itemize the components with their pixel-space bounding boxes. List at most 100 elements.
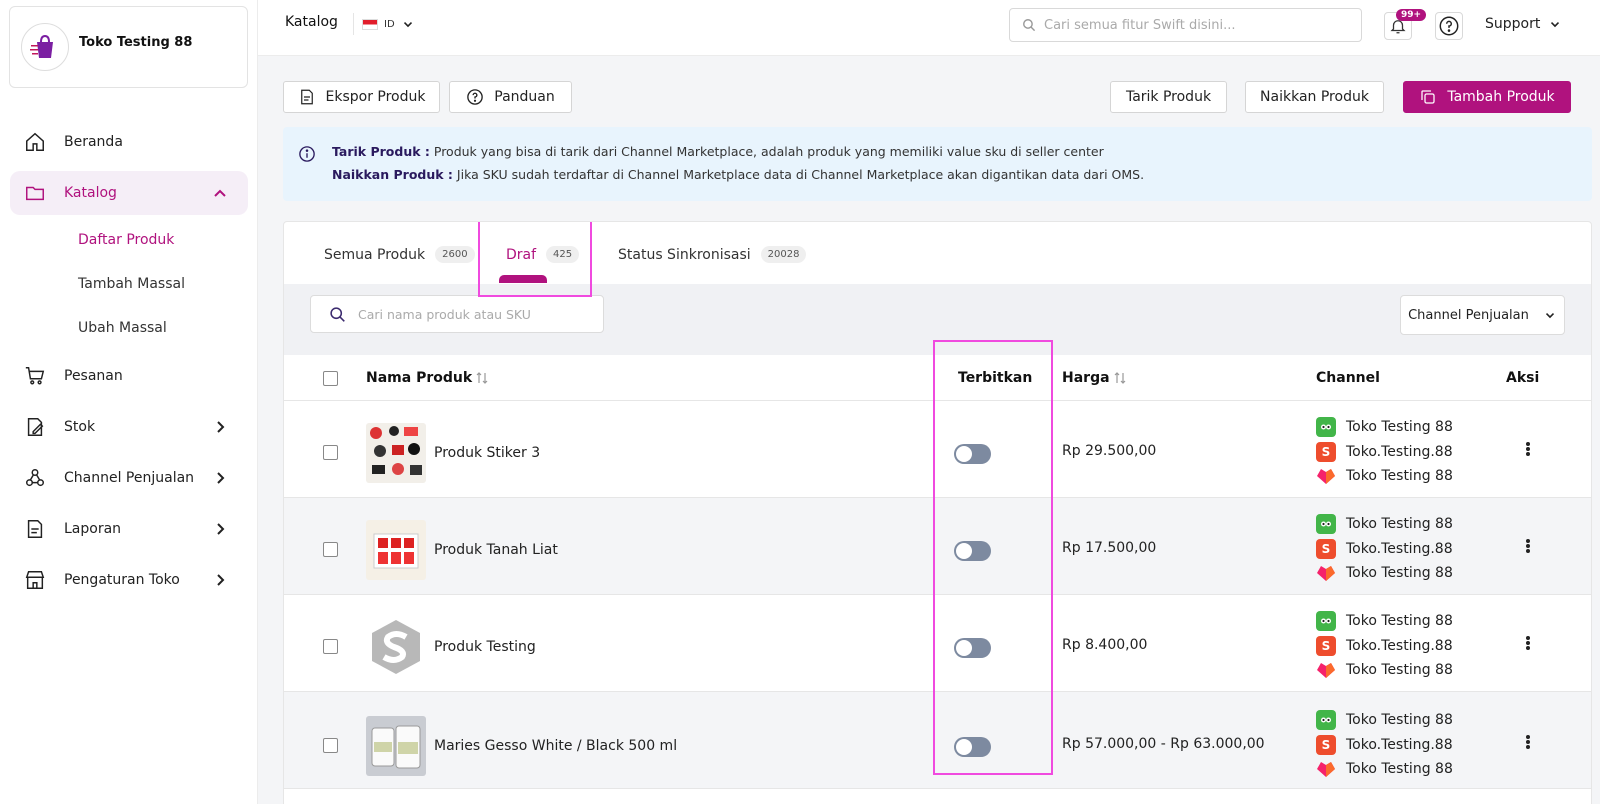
product-thumbnail[interactable] [366, 520, 426, 580]
channel-name: Toko Testing 88 [1346, 662, 1453, 679]
sidebar-subitem-daftar-produk[interactable]: Daftar Produk [10, 222, 248, 258]
store-icon [24, 569, 46, 591]
channel-entry-lazada: Toko Testing 88 [1316, 561, 1453, 586]
info-icon [299, 146, 315, 162]
channel-name: Toko Testing 88 [1346, 712, 1453, 729]
tab-count: 20028 [760, 246, 807, 263]
sidebar-item-channel-penjualan[interactable]: Channel Penjualan [10, 456, 248, 500]
help-icon [467, 89, 484, 105]
column-header-label: Nama Produk [366, 370, 473, 386]
shopee-icon: S [1316, 538, 1336, 559]
product-name[interactable]: Maries Gesso White / Black 500 ml [434, 738, 677, 754]
support-label: Support [1485, 16, 1541, 32]
channel-entry-tokopedia: Toko Testing 88 [1316, 415, 1453, 440]
stock-icon [24, 416, 46, 438]
product-price: Rp 8.400,00 [1062, 637, 1148, 653]
store-name: Toko Testing 88 [79, 34, 193, 50]
product-thumbnail[interactable] [366, 716, 426, 776]
add-product-button[interactable]: Tambah Produk [1403, 81, 1571, 113]
guide-label: Panduan [494, 89, 555, 105]
channel-entry-shopee: S Toko.Testing.88 [1316, 634, 1453, 659]
column-header-channel: Channel [1316, 370, 1380, 386]
product-thumbnail[interactable] [366, 617, 426, 677]
channel-name: Toko Testing 88 [1346, 516, 1453, 533]
export-product-button[interactable]: Ekspor Produk [283, 81, 440, 113]
search-icon [1023, 19, 1036, 32]
channel-list: Toko Testing 88 S Toko.Testing.88 Toko Te… [1316, 415, 1453, 489]
sidebar-item-stok[interactable]: Stok [10, 405, 248, 449]
chevron-right-icon [217, 472, 225, 484]
more-actions-icon[interactable] [1520, 732, 1536, 752]
chevron-right-icon [217, 574, 225, 586]
tab-count: 2600 [435, 246, 475, 263]
info-banner: Tarik Produk : Produk yang bisa di tarik… [283, 127, 1592, 201]
sidebar-item-label: Channel Penjualan [64, 470, 195, 486]
more-actions-icon[interactable] [1520, 439, 1536, 459]
guide-button[interactable]: Panduan [449, 81, 572, 113]
row-checkbox[interactable] [323, 542, 338, 557]
language-selector[interactable]: ID [353, 13, 415, 35]
channel-filter-dropdown[interactable]: Channel Penjualan [1400, 295, 1565, 335]
report-icon [24, 518, 46, 540]
sidebar-subitem-ubah-massal[interactable]: Ubah Massal [10, 310, 248, 346]
product-name[interactable]: Produk Tanah Liat [434, 542, 558, 558]
sidebar-item-label: Stok [64, 419, 96, 435]
column-header-label: Channel [1316, 370, 1380, 386]
column-header-name[interactable]: Nama Produk [366, 370, 488, 386]
sidebar-item-laporan[interactable]: Laporan [10, 507, 248, 551]
channel-name: Toko Testing 88 [1346, 468, 1453, 485]
channel-entry-lazada: Toko Testing 88 [1316, 464, 1453, 489]
tab-status-sinkronisasi[interactable]: Status Sinkronisasi 20028 [618, 246, 807, 263]
help-button[interactable] [1435, 12, 1463, 40]
channel-name: Toko.Testing.88 [1346, 443, 1453, 460]
sidebar-item-katalog[interactable]: Katalog [10, 171, 248, 215]
shopee-icon: S [1316, 734, 1336, 755]
channel-entry-tokopedia: Toko Testing 88 [1316, 609, 1453, 634]
store-card[interactable]: Toko Testing 88 [9, 6, 248, 88]
more-actions-icon[interactable] [1520, 633, 1536, 653]
row-checkbox[interactable] [323, 445, 338, 460]
channel-name: Toko Testing 88 [1346, 565, 1453, 582]
product-price: Rp 17.500,00 [1062, 540, 1157, 556]
language-label: ID [384, 18, 395, 30]
product-thumbnail[interactable] [366, 423, 426, 483]
push-product-button[interactable]: Naikkan Produk [1245, 81, 1384, 113]
product-price: Rp 29.500,00 [1062, 443, 1157, 459]
global-search[interactable] [1009, 8, 1362, 42]
sidebar-item-beranda[interactable]: Beranda [10, 120, 248, 164]
info-term-pull: Tarik Produk : [332, 144, 430, 159]
cart-icon [24, 365, 46, 387]
lazada-icon [1316, 563, 1336, 583]
more-actions-icon[interactable] [1520, 536, 1536, 556]
info-line-2: Naikkan Produk : Jika SKU sudah terdafta… [332, 167, 1144, 182]
tab-semua-produk[interactable]: Semua Produk 2600 [324, 246, 475, 263]
select-all-checkbox[interactable] [323, 371, 338, 386]
search-icon [330, 306, 345, 322]
sidebar-item-label: Katalog [64, 185, 117, 201]
column-header-price[interactable]: Harga [1062, 370, 1126, 386]
topbar: Katalog ID 99+ Support [258, 0, 1600, 56]
shopee-icon: S [1316, 635, 1336, 656]
store-logo [21, 23, 69, 71]
chevron-down-icon [403, 22, 412, 28]
row-checkbox[interactable] [323, 639, 338, 654]
chevron-right-icon [217, 523, 225, 535]
pull-product-button[interactable]: Tarik Produk [1110, 81, 1227, 113]
channel-list: Toko Testing 88 S Toko.Testing.88 Toko Te… [1316, 609, 1453, 683]
product-name[interactable]: Produk Stiker 3 [434, 445, 540, 461]
sidebar-item-pengaturan-toko[interactable]: Pengaturan Toko [10, 558, 248, 602]
add-product-label: Tambah Produk [1447, 89, 1555, 105]
product-search-input[interactable] [358, 306, 588, 322]
lazada-icon [1316, 660, 1336, 680]
tokopedia-icon [1316, 710, 1336, 731]
home-icon [24, 131, 46, 153]
product-name[interactable]: Produk Testing [434, 639, 536, 655]
copy-icon [1421, 90, 1435, 104]
global-search-input[interactable] [1044, 17, 1344, 33]
row-checkbox[interactable] [323, 738, 338, 753]
sidebar-item-pesanan[interactable]: Pesanan [10, 354, 248, 398]
sidebar-subitem-tambah-massal[interactable]: Tambah Massal [10, 266, 248, 302]
product-search[interactable] [310, 295, 604, 333]
support-menu[interactable]: Support [1485, 16, 1562, 32]
tokopedia-icon [1316, 611, 1336, 632]
